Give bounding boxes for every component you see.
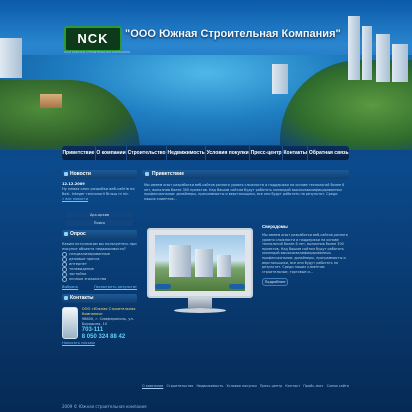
footer-link-price[interactable]: Прайс-лист: [303, 384, 323, 388]
next-button[interactable]: [229, 284, 245, 289]
nav-item-realty[interactable]: Недвижимость: [167, 146, 207, 160]
nav-item-contacts[interactable]: Контакты: [283, 146, 309, 160]
nav-item-feedback[interactable]: Обратная связь: [308, 146, 349, 160]
monitor-stand: [188, 298, 212, 308]
detail-text: Мы имеем опыт разработки веб-сайтов разн…: [262, 233, 348, 274]
logo[interactable]: NCK: [64, 26, 122, 52]
vote-link[interactable]: Выбрать: [62, 285, 78, 290]
footer-link-contact[interactable]: Контакт: [285, 384, 300, 388]
tower-1: [348, 16, 360, 80]
building-left: [0, 38, 22, 78]
search-button[interactable]: Поиск: [66, 220, 133, 226]
company-name: ООО «Южная Строительная Компания»: [81, 307, 136, 316]
nav-item-terms[interactable]: Условия покупки: [206, 146, 251, 160]
nav-item-greeting[interactable]: Приветствие: [62, 146, 96, 160]
footer-link-press[interactable]: Пресс-центр: [260, 384, 282, 388]
building-photo: [155, 235, 245, 291]
sidebar: Новости 12.12.2009 Ну немає опис розробк…: [62, 170, 137, 346]
tower-2: [362, 26, 372, 80]
villa: [40, 94, 62, 108]
nav-item-about[interactable]: О компании: [96, 146, 128, 160]
footer-link-about[interactable]: О компании: [142, 384, 163, 388]
copyright: 2009 © Южная строительная компания: [62, 404, 147, 409]
footer-link-sitemap[interactable]: Схема сайта: [327, 384, 349, 388]
phone-icon: [62, 307, 78, 339]
tower-3: [376, 34, 390, 82]
main-heading: Приветствие: [142, 170, 349, 179]
main-nav: Приветствие О компании Строительство Нед…: [62, 146, 349, 160]
footer-link-construction[interactable]: Строительство: [166, 384, 193, 388]
monitor-screen: [147, 228, 253, 298]
prev-button[interactable]: [155, 284, 171, 289]
archive-button[interactable]: Арх.архив: [66, 212, 133, 218]
nav-item-press[interactable]: Пресс-центр: [250, 146, 284, 160]
intro-text: Мы имеем опыт разработки веб-сайтов разн…: [144, 183, 345, 201]
detail-block: Сверхдомы Мы имеем опыт разработки веб-с…: [262, 224, 348, 287]
footer-link-terms[interactable]: Условия покупки: [226, 384, 256, 388]
contacts-heading: Контакты: [62, 294, 137, 303]
phone-number-2: 8 050 324 88 42: [81, 334, 126, 340]
main-content: Приветствие Мы имеем опыт разработки веб…: [142, 170, 349, 201]
tower-4: [392, 44, 408, 82]
detail-title: Сверхдомы: [262, 224, 288, 229]
more-button[interactable]: Подробнее: [262, 278, 288, 287]
company-address: 98600, г. Симферополь, ул. Бородина, 10: [81, 317, 134, 326]
monitor-image: [147, 228, 253, 326]
logo-text: NCK: [77, 31, 109, 46]
monitor-base: [174, 308, 226, 313]
footer-nav: О компании Строительство Недвижимость Ус…: [142, 384, 349, 388]
news-heading: Новости: [62, 170, 137, 179]
logo-tagline: ООО ЮЖНАЯ СТРОИТЕЛЬНАЯ КОМПАНИЯ: [64, 50, 130, 54]
tower-5: [272, 64, 288, 94]
news-text: Ну немає опис розробки веб-сайтів на баз…: [62, 187, 135, 196]
phone-number-1: 703-111: [81, 327, 104, 333]
poll-question: Каким источником вы пользуетесь при поку…: [62, 242, 137, 251]
header-banner: [0, 0, 412, 150]
site-title: "ООО Южная Строительная Компания": [125, 28, 341, 40]
nav-item-construction[interactable]: Строительство: [127, 146, 168, 160]
footer-link-realty[interactable]: Недвижимость: [196, 384, 223, 388]
poll-option[interactable]: личные знакомства: [62, 277, 137, 282]
email-link[interactable]: Написать письмо: [62, 341, 137, 346]
poll-heading: Опрос: [62, 230, 137, 239]
radio-icon[interactable]: [62, 277, 67, 282]
poll-results-link[interactable]: Посмотреть результат: [94, 285, 137, 290]
news-all-link[interactable]: » все новости: [62, 197, 137, 202]
